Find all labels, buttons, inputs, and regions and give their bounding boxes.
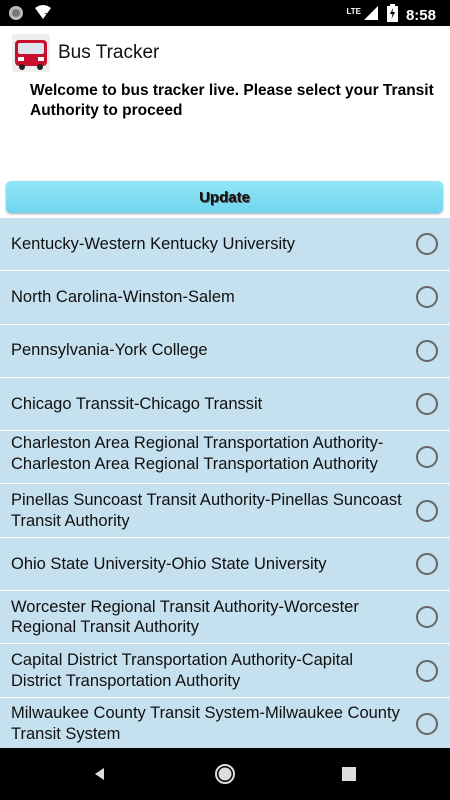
radio-button[interactable]	[416, 393, 438, 416]
list-item-label: Pennsylvania-York College	[11, 341, 208, 360]
back-icon[interactable]	[88, 762, 112, 786]
list-item-label: Chicago Transsit-Chicago Transsit	[11, 394, 263, 413]
radio-button[interactable]	[416, 446, 438, 469]
list-item-label: Milwaukee County Transit System-Milwauke…	[11, 704, 400, 743]
signal-icon: ?	[34, 5, 52, 26]
app-bar: Bus Tracker	[0, 26, 450, 80]
radio-button[interactable]	[416, 339, 438, 362]
list-item-label: Ohio State University-Ohio State Univers…	[11, 554, 327, 573]
list-item-label: Charleston Area Regional Transportation …	[11, 434, 384, 473]
navigation-bar	[0, 748, 450, 800]
list-item[interactable]: Pennsylvania-York College	[0, 325, 450, 378]
list-item[interactable]: Chicago Transsit-Chicago Transsit	[0, 378, 450, 432]
list-item[interactable]: Worcester Regional Transit Authority-Wor…	[0, 591, 450, 645]
radio-button[interactable]	[416, 233, 438, 256]
list-item-label: Pinellas Suncoast Transit Authority-Pine…	[11, 491, 402, 530]
status-time: 8:58	[405, 6, 436, 24]
list-item-label: Worcester Regional Transit Authority-Wor…	[11, 597, 359, 637]
list-item[interactable]: Charleston Area Regional Transportation …	[0, 431, 450, 485]
list-item[interactable]: Ohio State University-Ohio State Univers…	[0, 538, 450, 592]
app-title: Bus Tracker	[58, 42, 160, 63]
recents-icon[interactable]	[337, 762, 361, 786]
radio-button[interactable]	[416, 606, 438, 629]
radio-button[interactable]	[416, 712, 438, 735]
radio-button[interactable]	[416, 499, 438, 522]
cell-signal-icon	[363, 5, 379, 26]
network-type: LTE	[346, 6, 361, 16]
status-bar: ? LTE 8:58	[0, 0, 450, 26]
list-item-label: Capital District Transportation Authorit…	[11, 651, 354, 690]
list-item[interactable]: North Carolina-Winston-Salem	[0, 271, 450, 325]
list-item[interactable]: Milwaukee County Transit System-Milwauke…	[0, 698, 450, 748]
transit-authority-list[interactable]: Kentucky-Western Kentucky University Nor…	[0, 218, 450, 748]
welcome-message: Welcome to bus tracker live. Please sele…	[30, 82, 434, 119]
list-item[interactable]: Capital District Transportation Authorit…	[0, 644, 450, 698]
radio-button[interactable]	[416, 659, 438, 682]
battery-charging-icon	[386, 4, 398, 27]
bus-icon	[12, 34, 50, 72]
list-item-label: Kentucky-Western Kentucky University	[11, 234, 295, 253]
list-item[interactable]: Kentucky-Western Kentucky University	[0, 218, 450, 272]
radio-button[interactable]	[416, 286, 438, 309]
list-item-label: North Carolina-Winston-Salem	[11, 288, 235, 307]
svg-text:?: ?	[44, 12, 48, 20]
notification-icon	[8, 5, 24, 26]
list-item[interactable]: Pinellas Suncoast Transit Authority-Pine…	[0, 484, 450, 538]
radio-button[interactable]	[416, 552, 438, 575]
home-icon[interactable]	[213, 762, 237, 786]
update-button[interactable]: Update	[6, 181, 443, 213]
